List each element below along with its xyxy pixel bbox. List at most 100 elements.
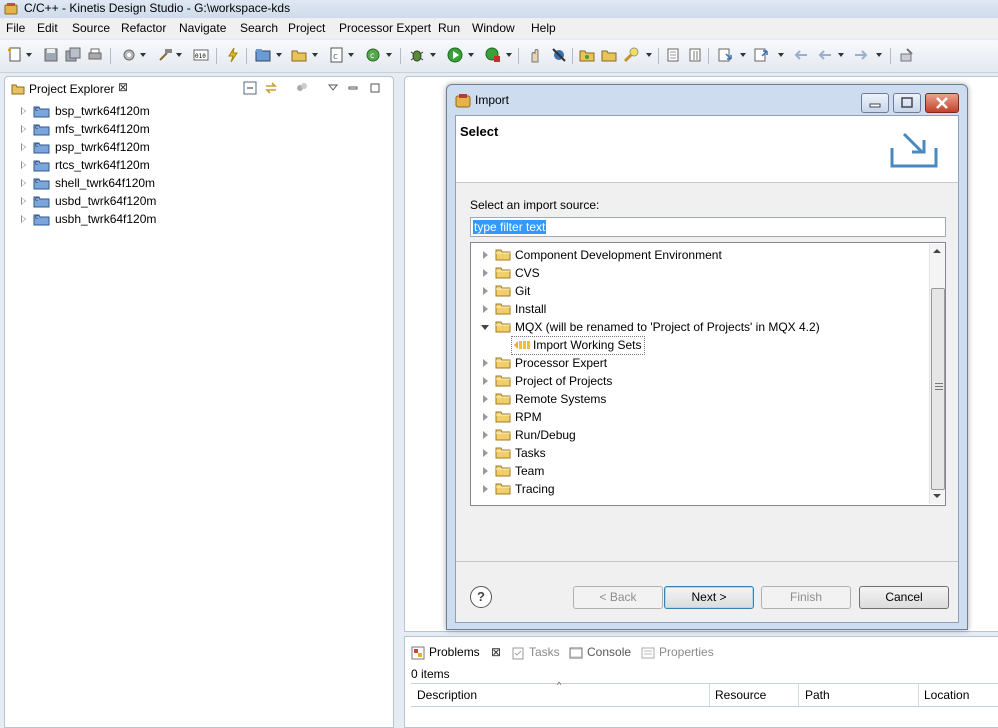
chevron-down-icon[interactable] [468, 53, 474, 57]
expand-arrow-icon[interactable] [483, 431, 488, 439]
forward-arrow-icon[interactable] [852, 46, 870, 64]
chevron-down-icon[interactable] [140, 53, 146, 57]
next-button[interactable]: Next > [664, 586, 754, 609]
hand-icon[interactable] [526, 46, 544, 64]
new-icon[interactable] [6, 46, 24, 64]
new-project-icon[interactable] [254, 46, 272, 64]
binary-icon[interactable]: 010 [192, 46, 210, 64]
search-flashlight-icon[interactable] [622, 46, 640, 64]
column-description[interactable]: Description [417, 688, 477, 702]
toggle-mark-icon[interactable] [664, 46, 682, 64]
import-source-item[interactable]: MQX (will be renamed to 'Project of Proj… [471, 318, 927, 336]
chevron-down-icon[interactable] [506, 53, 512, 57]
cancel-button[interactable]: Cancel [859, 586, 949, 609]
next-annotation-icon[interactable] [716, 46, 734, 64]
view-menu-icon[interactable] [326, 81, 340, 95]
chevron-down-icon[interactable] [430, 53, 436, 57]
menu-run[interactable]: Run [438, 21, 460, 35]
filters-icon[interactable] [295, 81, 309, 95]
debug-icon[interactable] [408, 46, 426, 64]
back-arrow-icon[interactable] [816, 46, 834, 64]
filter-input[interactable]: type filter text [470, 217, 946, 237]
expand-arrow-icon[interactable] [483, 377, 488, 385]
project-folder-icon[interactable] [578, 46, 596, 64]
import-source-item[interactable]: RPM [471, 408, 927, 426]
import-source-item[interactable]: Git [471, 282, 927, 300]
lightning-icon[interactable] [224, 46, 242, 64]
chevron-down-icon[interactable] [276, 53, 282, 57]
menu-source[interactable]: Source [72, 21, 110, 35]
import-source-item[interactable]: Component Development Environment [471, 246, 927, 264]
expand-arrow-icon[interactable] [21, 125, 26, 133]
expand-arrow-icon[interactable] [483, 395, 488, 403]
menu-window[interactable]: Window [472, 21, 515, 35]
chevron-down-icon[interactable] [176, 53, 182, 57]
expand-arrow-icon[interactable] [483, 251, 488, 259]
expand-arrow-icon[interactable] [483, 449, 488, 457]
maximize-button[interactable] [893, 93, 921, 113]
expand-arrow-icon[interactable] [21, 215, 26, 223]
new-source-icon[interactable]: c [364, 46, 382, 64]
close-icon[interactable]: ⊠ [491, 645, 501, 659]
build-settings-icon[interactable] [120, 46, 138, 64]
expand-arrow-icon[interactable] [21, 179, 26, 187]
column-location[interactable]: Location [924, 688, 969, 702]
menu-help[interactable]: Help [531, 21, 556, 35]
scroll-down-icon[interactable] [933, 494, 941, 498]
import-source-item[interactable]: Install [471, 300, 927, 318]
close-icon[interactable]: ⊠ [118, 80, 128, 94]
prev-annotation-icon[interactable] [752, 46, 770, 64]
finish-button[interactable]: Finish [761, 586, 851, 609]
paragraph-icon[interactable] [686, 46, 704, 64]
import-source-tree[interactable]: Component Development Environment CVS Git I… [470, 242, 946, 506]
close-button[interactable] [925, 93, 959, 113]
pin-editor-icon[interactable] [898, 46, 916, 64]
import-source-item[interactable]: Project of Projects [471, 372, 927, 390]
import-source-item[interactable]: Team [471, 462, 927, 480]
external-tools-icon[interactable] [484, 46, 502, 64]
collapse-arrow-icon[interactable] [481, 325, 489, 330]
menu-search[interactable]: Search [240, 21, 278, 35]
scrollbar-thumb[interactable] [931, 288, 945, 490]
chevron-down-icon[interactable] [26, 53, 32, 57]
menu-processor-expert[interactable]: Processor Expert [339, 21, 431, 35]
help-icon[interactable]: ? [470, 586, 492, 608]
menu-project[interactable]: Project [288, 21, 325, 35]
chevron-down-icon[interactable] [386, 53, 392, 57]
menu-navigate[interactable]: Navigate [179, 21, 226, 35]
expand-arrow-icon[interactable] [21, 161, 26, 169]
expand-arrow-icon[interactable] [483, 287, 488, 295]
chevron-down-icon[interactable] [348, 53, 354, 57]
menu-file[interactable]: File [6, 21, 25, 35]
chevron-down-icon[interactable] [646, 53, 652, 57]
import-source-item[interactable]: CVS [471, 264, 927, 282]
minimize-button[interactable] [861, 93, 889, 113]
last-edit-icon[interactable] [792, 46, 810, 64]
hammer-icon[interactable] [156, 46, 174, 64]
expand-arrow-icon[interactable] [483, 467, 488, 475]
chevron-down-icon[interactable] [778, 53, 784, 57]
import-source-item[interactable]: Run/Debug [471, 426, 927, 444]
run-icon[interactable] [446, 46, 464, 64]
chevron-down-icon[interactable] [312, 53, 318, 57]
menu-refactor[interactable]: Refactor [121, 21, 166, 35]
chevron-down-icon[interactable] [838, 53, 844, 57]
expand-arrow-icon[interactable] [483, 359, 488, 367]
import-source-item[interactable]: Remote Systems [471, 390, 927, 408]
expand-arrow-icon[interactable] [483, 305, 488, 313]
menu-edit[interactable]: Edit [37, 21, 58, 35]
save-all-icon[interactable] [64, 46, 82, 64]
tab-project-explorer[interactable]: Project Explorer ⊠ [5, 77, 135, 99]
expand-arrow-icon[interactable] [483, 413, 488, 421]
import-source-child-item[interactable]: Import Working Sets [471, 336, 927, 355]
chevron-down-icon[interactable] [740, 53, 746, 57]
open-type-icon[interactable] [600, 46, 618, 64]
expand-arrow-icon[interactable] [21, 107, 26, 115]
import-source-item[interactable]: Tasks [471, 444, 927, 462]
column-path[interactable]: Path [805, 688, 830, 702]
expand-arrow-icon[interactable] [483, 269, 488, 277]
back-button[interactable]: < Back [573, 586, 663, 609]
minimize-icon[interactable] [346, 81, 360, 95]
link-editor-icon[interactable] [264, 81, 278, 95]
skip-breakpoints-icon[interactable] [550, 46, 568, 64]
